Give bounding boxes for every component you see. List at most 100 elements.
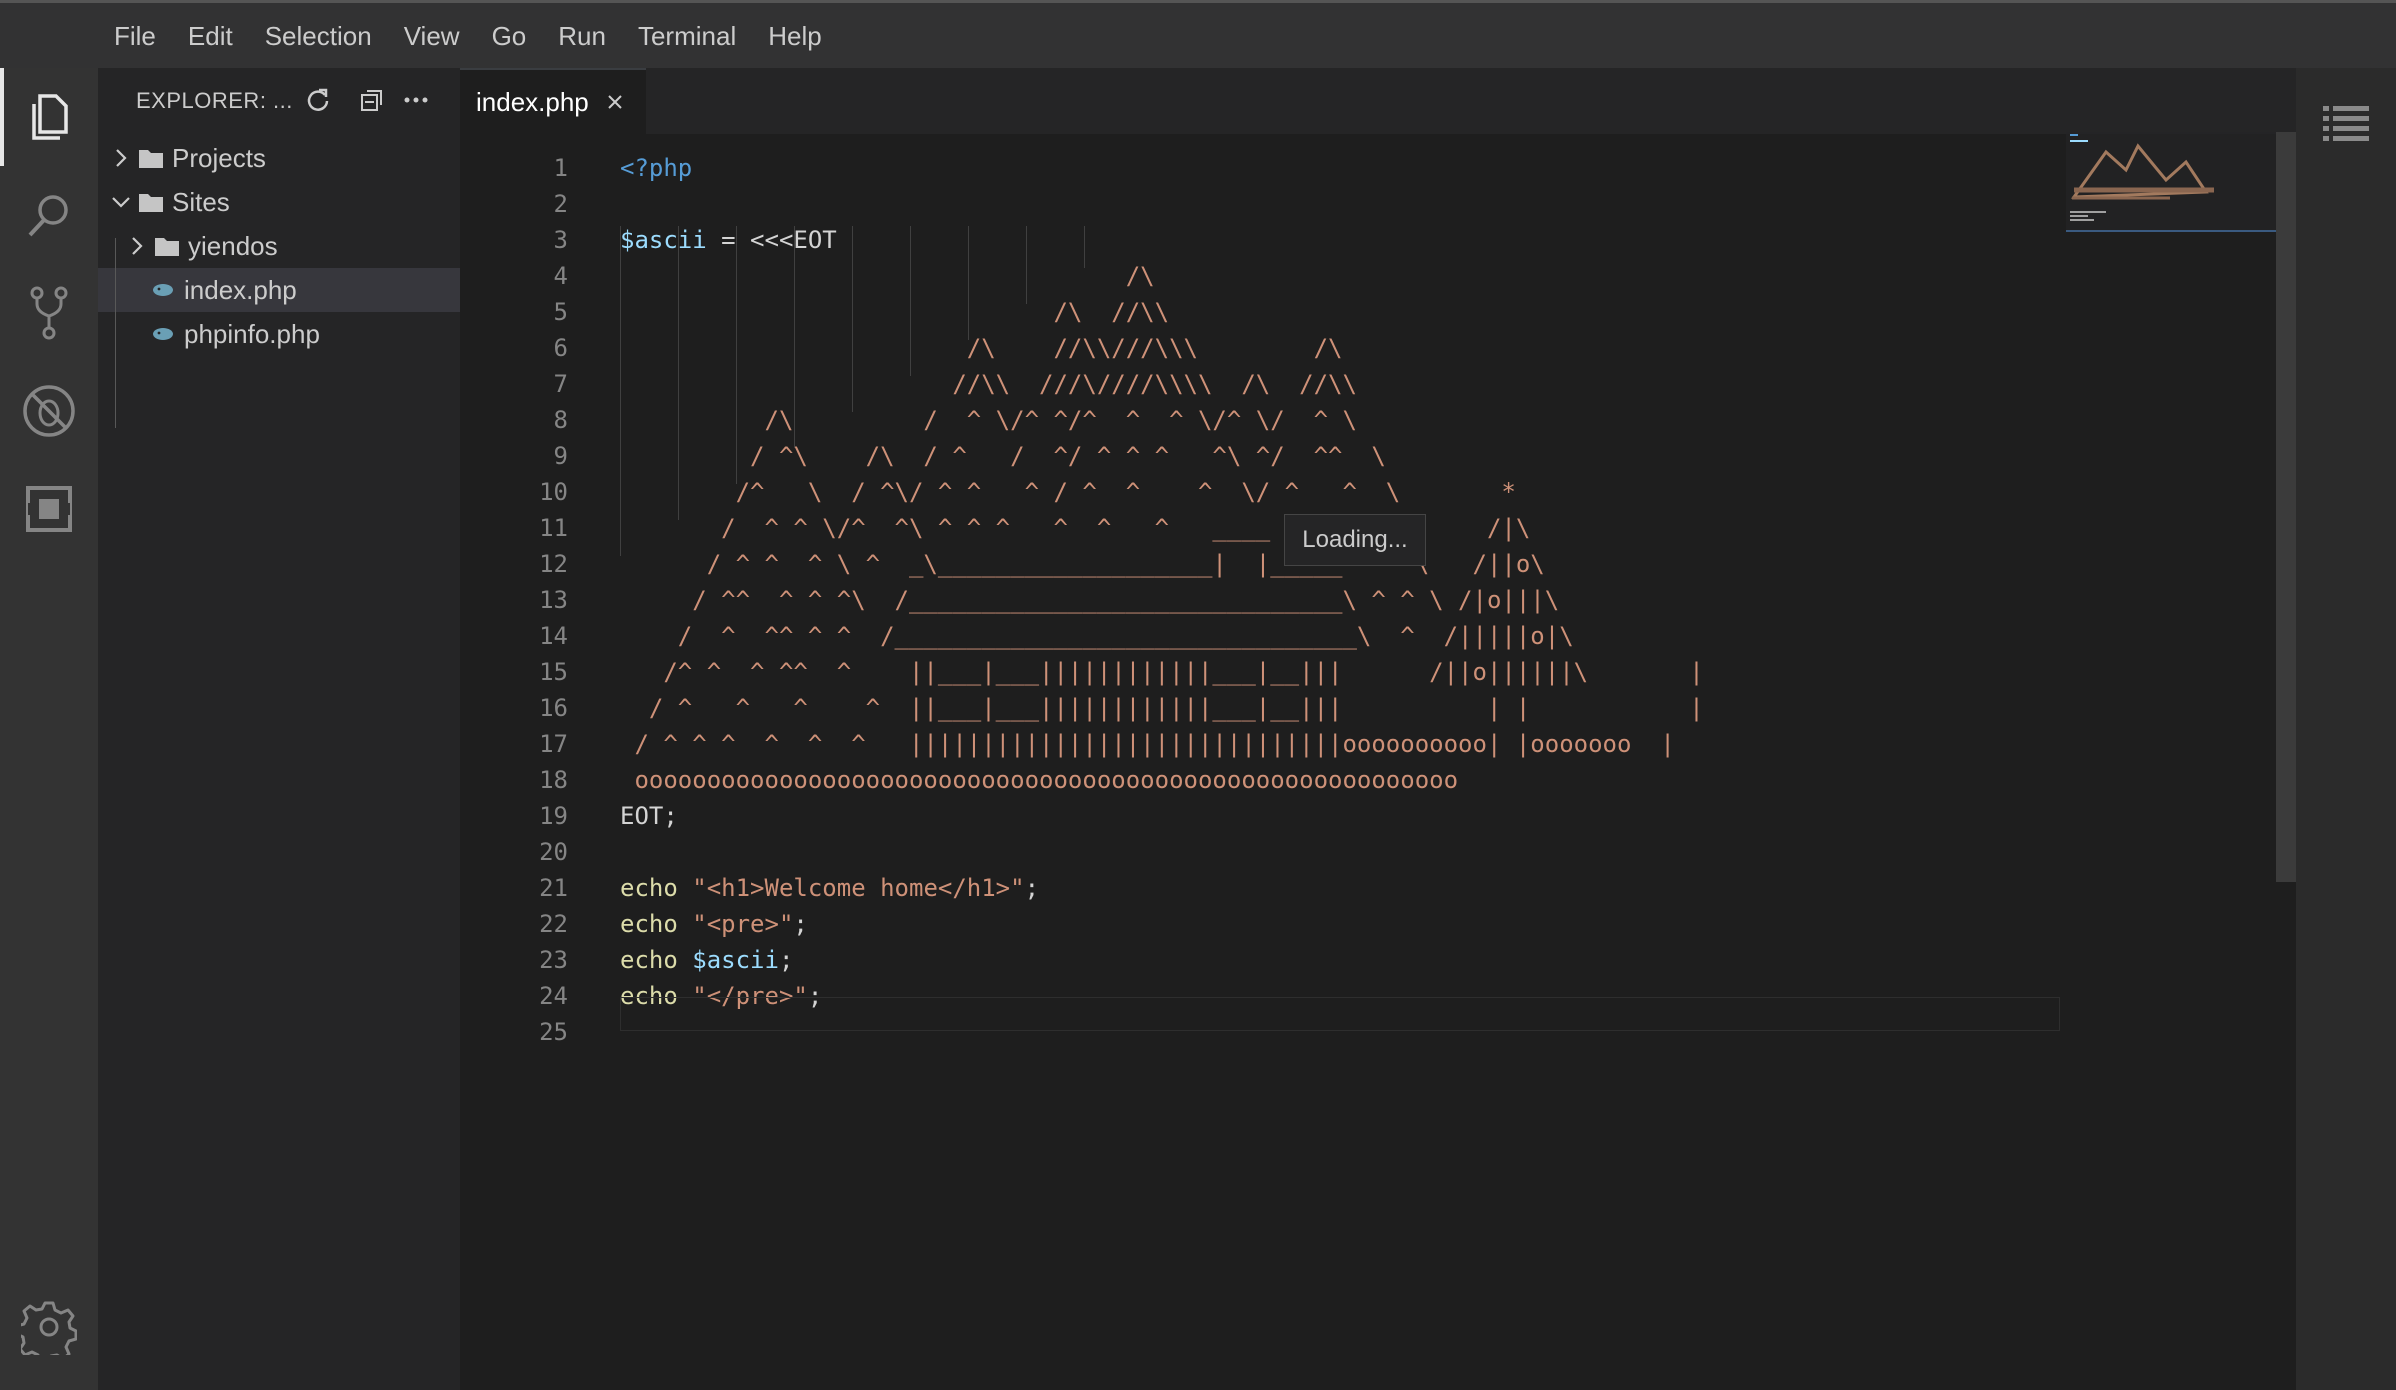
menu-go[interactable]: Go: [476, 6, 543, 66]
extensions-icon[interactable]: [0, 460, 98, 558]
minimap[interactable]: [2066, 132, 2276, 232]
activity-bar: [0, 68, 98, 1390]
line-number: 13: [539, 586, 568, 614]
debug-icon[interactable]: [0, 362, 98, 460]
explorer-sidebar: EXPLORER: ... Projects Sites yiendos ind…: [98, 68, 460, 1390]
line-text: /\ //\\///\\\ /\: [620, 330, 1343, 366]
tree-item-index-php[interactable]: index.php: [98, 268, 460, 312]
line-text: / ^ ^ ^ ^ ^ ^ ||||||||||||||||||||||||||…: [620, 726, 1675, 762]
line-number: 12: [539, 550, 568, 578]
code-token: /\ //\\///\\\ /\: [620, 334, 1343, 362]
line-number: 3: [553, 226, 568, 254]
menu-help[interactable]: Help: [752, 6, 837, 66]
explorer-icon[interactable]: [0, 68, 98, 166]
folder-icon: [152, 231, 182, 261]
tree-indent-guide: [115, 238, 116, 428]
line-number: 25: [539, 1018, 568, 1046]
line-number: 17: [539, 730, 568, 758]
code-token: <?php: [620, 154, 693, 182]
code-token: ;: [793, 910, 808, 938]
line-number: 24: [539, 982, 568, 1010]
line-text: / ^^ ^ ^ ^\ /___________________________…: [620, 582, 1559, 618]
indent-guide: [1026, 226, 1027, 304]
line-number: 6: [553, 334, 568, 362]
right-panel: [2296, 68, 2396, 1390]
line-number: 4: [553, 262, 568, 290]
tree-item-yiendos[interactable]: yiendos: [98, 224, 460, 268]
indent-guide: [910, 226, 911, 376]
tree-item-label: phpinfo.php: [184, 318, 320, 349]
line-number: 19: [539, 802, 568, 830]
code-token: $ascii: [692, 946, 779, 974]
line-number: 20: [539, 838, 568, 866]
code-token: EOT;: [620, 802, 678, 830]
chevron-down-icon: [106, 187, 136, 217]
code-token: / ^ ^ ^ ^ ^ ^ ||||||||||||||||||||||||||…: [620, 730, 1675, 758]
tab-label: index.php: [476, 86, 589, 117]
line-text: /^ ^ ^ ^^ ^ ||___|___||||||||||||___|__|…: [620, 654, 1703, 690]
code-token: / ^\ /\ / ^ / ^/ ^ ^ ^ ^\ ^/ ^^ \: [620, 442, 1386, 470]
indent-guide: [1084, 226, 1085, 268]
line-text: / ^\ /\ / ^ / ^/ ^ ^ ^ ^\ ^/ ^^ \: [620, 438, 1386, 474]
line-text: echo $ascii;: [620, 942, 793, 978]
menu-selection[interactable]: Selection: [249, 6, 388, 66]
refresh-icon[interactable]: [300, 82, 336, 118]
line-number: 2: [553, 190, 568, 218]
code-token: / ^^ ^ ^ ^\ /___________________________…: [620, 586, 1560, 614]
indent-guide: [620, 226, 621, 556]
menu-run[interactable]: Run: [542, 6, 622, 66]
line-number: 11: [539, 514, 568, 542]
tab-index-php[interactable]: index.php: [460, 68, 646, 134]
menu-view[interactable]: View: [388, 6, 476, 66]
menu-edit[interactable]: Edit: [172, 6, 249, 66]
code-token: / ^ ^ ^ ^ ||___|___||||||||||||___|__|||…: [620, 694, 1704, 722]
close-icon[interactable]: [605, 92, 625, 112]
outline-list-icon[interactable]: [2316, 92, 2376, 152]
line-text: EOT;: [620, 798, 678, 834]
tree-item-projects[interactable]: Projects: [98, 136, 460, 180]
tree-item-label: index.php: [184, 274, 297, 305]
indent-guide: [736, 226, 737, 484]
collapse-all-icon[interactable]: [354, 82, 390, 118]
code-token: "<pre>": [692, 910, 794, 938]
line-text: / ^ ^ ^ ^ ||___|___||||||||||||___|__|||…: [620, 690, 1704, 726]
explorer-header: EXPLORER: ...: [98, 68, 460, 132]
tab-bar: index.php: [460, 68, 2296, 134]
search-icon[interactable]: [0, 166, 98, 264]
tree-item-phpinfo-php[interactable]: phpinfo.php: [98, 312, 460, 356]
current-line-highlight: [620, 997, 2060, 1031]
loading-tooltip: Loading...: [1284, 514, 1426, 566]
folder-icon: [136, 187, 166, 217]
tree-item-sites[interactable]: Sites: [98, 180, 460, 224]
code-token: "<h1>Welcome home</h1>": [692, 874, 1025, 902]
line-number: 23: [539, 946, 568, 974]
code-token: ;: [778, 946, 794, 974]
chevron-right-icon: [122, 231, 152, 261]
code-token: /\ //\\: [620, 298, 1170, 326]
code-token: /^ \ / ^\/ ^ ^ ^ / ^ ^ ^ \/ ^ ^ \ *: [620, 478, 1516, 506]
line-text: /^ \ / ^\/ ^ ^ ^ / ^ ^ ^ \/ ^ ^ \ *: [620, 474, 1516, 510]
line-text: $ascii = <<<EOT: [620, 222, 837, 258]
editor-scrollbar-thumb[interactable]: [2276, 132, 2296, 882]
line-number: 18: [539, 766, 568, 794]
file-tree: Projects Sites yiendos index.php phpinfo…: [98, 136, 460, 356]
line-number: 15: [539, 658, 568, 686]
menu-terminal[interactable]: Terminal: [622, 6, 752, 66]
line-number: 22: [539, 910, 568, 938]
line-text: <?php: [620, 150, 692, 186]
more-icon[interactable]: [398, 82, 434, 118]
menu-file[interactable]: File: [98, 6, 172, 66]
indent-guide: [678, 226, 679, 520]
gear-icon[interactable]: [0, 1278, 98, 1376]
line-text: echo "<pre>";: [620, 906, 808, 942]
source-control-icon[interactable]: [0, 264, 98, 362]
tree-item-label: Sites: [172, 186, 230, 217]
line-text: /\ //\\: [620, 294, 1169, 330]
line-text: / ^ ^^ ^ ^ /____________________________…: [620, 618, 1574, 654]
line-text: /\: [620, 258, 1155, 294]
indent-guide: [968, 226, 969, 340]
folder-icon: [136, 143, 166, 173]
php-file-icon: [148, 275, 178, 305]
